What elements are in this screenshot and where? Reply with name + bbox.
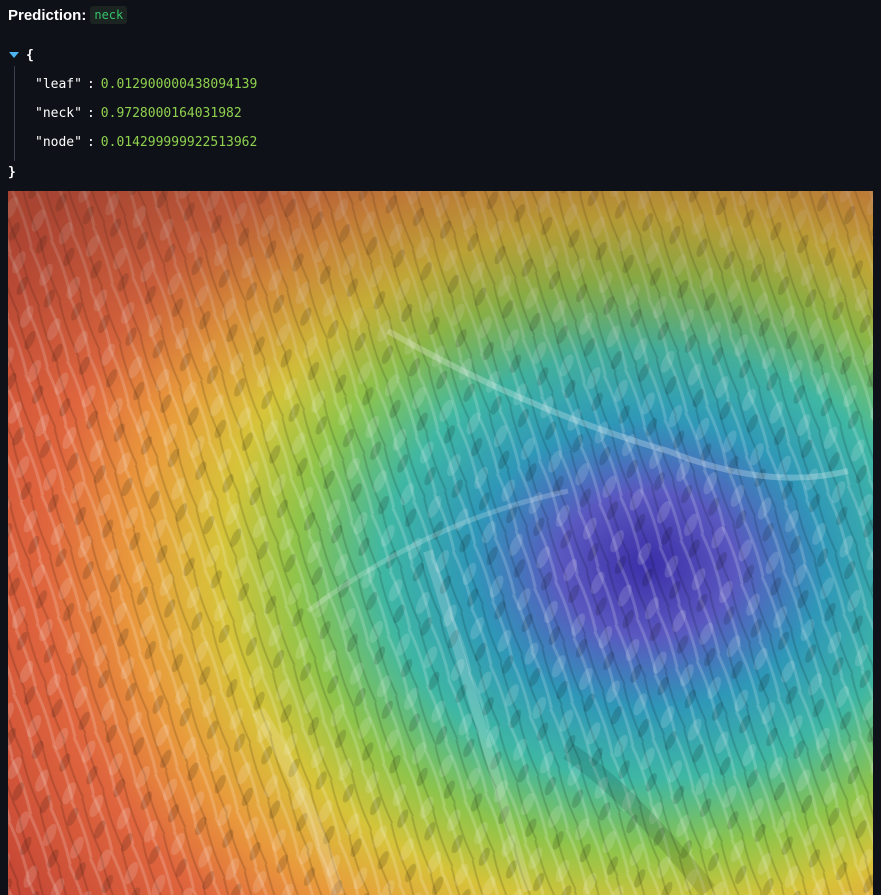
- json-open-brace: {: [26, 47, 34, 63]
- json-key: "neck": [35, 106, 82, 121]
- json-value: 0.9728000164031982: [100, 106, 242, 121]
- prediction-row: Prediction: neck: [8, 6, 128, 24]
- json-close-brace: }: [8, 164, 16, 180]
- collapse-toggle-icon[interactable]: [9, 52, 19, 58]
- json-entry-neck: "neck" : 0.9728000164031982: [35, 99, 257, 128]
- json-separator: :: [86, 106, 95, 121]
- json-key: "leaf": [35, 77, 82, 92]
- json-separator: :: [86, 77, 95, 92]
- gradcam-heatmap-image: [8, 191, 873, 895]
- prediction-label: Prediction:: [8, 6, 87, 24]
- json-entry-node: "node" : 0.014299999922513962: [35, 128, 257, 157]
- json-body: "leaf" : 0.012900000438094139 "neck" : 0…: [14, 66, 257, 161]
- json-close-line: }: [8, 161, 257, 183]
- json-separator: :: [86, 135, 95, 150]
- json-viewer: { "leaf" : 0.012900000438094139 "neck" :…: [8, 44, 257, 183]
- json-key: "node": [35, 135, 82, 150]
- json-entry-leaf: "leaf" : 0.012900000438094139: [35, 70, 257, 99]
- prediction-value-badge: neck: [90, 6, 128, 24]
- page: Prediction: neck { "leaf" : 0.0129000004…: [0, 0, 881, 895]
- json-value: 0.014299999922513962: [100, 135, 258, 150]
- json-open-line: {: [8, 44, 257, 66]
- json-value: 0.012900000438094139: [100, 77, 258, 92]
